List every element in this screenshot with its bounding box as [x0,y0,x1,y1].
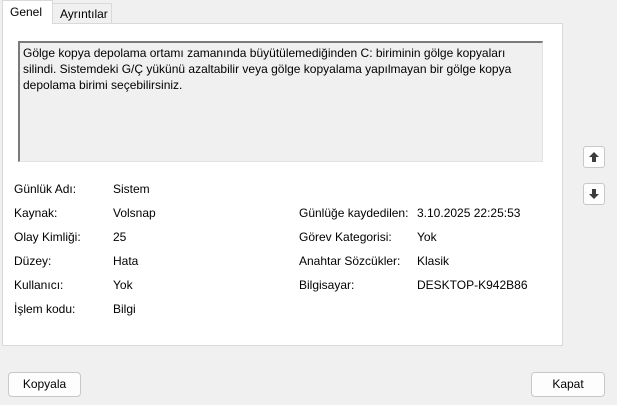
arrow-down-icon [589,189,599,199]
source-label: Kaynak: [14,206,58,220]
task-category-value[interactable]: Yok [417,230,437,244]
tab-details[interactable]: Ayrıntılar [52,3,112,23]
computer-value[interactable]: DESKTOP-K942B86 [417,278,528,292]
tab-strip: Genel Ayrıntılar [0,0,617,24]
level-value[interactable]: Hata [113,254,138,268]
user-value[interactable]: Yok [113,278,133,292]
computer-label: Bilgisayar: [299,278,355,292]
task-category-label: Görev Kategorisi: [299,230,392,244]
next-event-button[interactable] [583,183,605,205]
opcode-label: İşlem kodu: [14,302,76,316]
keywords-label: Anahtar Sözcükler: [299,254,401,268]
opcode-value[interactable]: Bilgi [113,302,136,316]
general-panel: Gölge kopya depolama ortamı zamanında bü… [2,23,563,346]
copy-button[interactable]: Kopyala [8,372,81,397]
arrow-up-icon [589,152,599,162]
log-name-value[interactable]: Sistem [113,182,150,196]
logged-value[interactable]: 3.10.2025 22:25:53 [417,206,520,220]
event-description[interactable]: Gölge kopya depolama ortamı zamanında bü… [18,41,543,162]
tab-general[interactable]: Genel [2,0,53,24]
user-label: Kullanıcı: [14,278,64,292]
keywords-value[interactable]: Klasik [417,254,449,268]
event-id-value[interactable]: 25 [113,230,126,244]
log-name-label: Günlük Adı: [14,182,77,196]
event-id-label: Olay Kimliği: [14,230,81,244]
logged-label: Günlüğe kaydedilen: [299,206,409,220]
level-label: Düzey: [14,254,52,268]
source-value[interactable]: Volsnap [113,206,156,220]
previous-event-button[interactable] [583,146,605,168]
close-button[interactable]: Kapat [531,372,605,397]
